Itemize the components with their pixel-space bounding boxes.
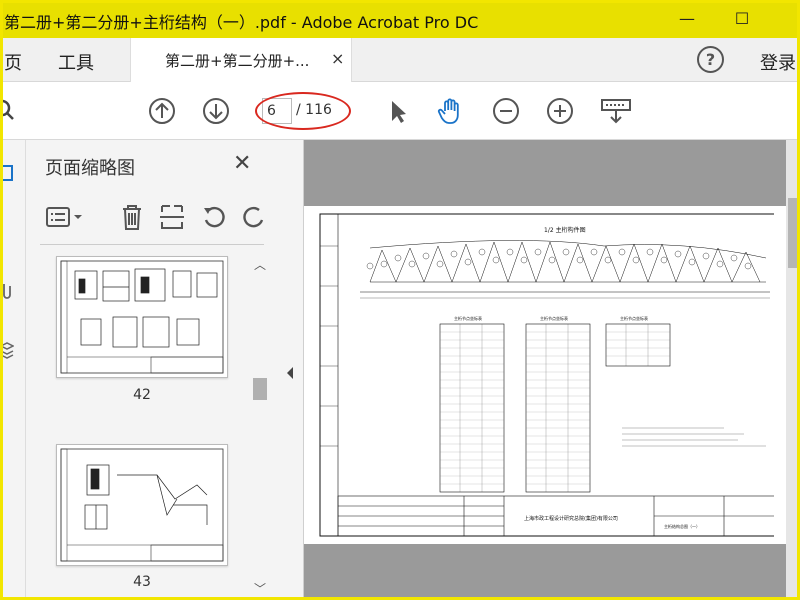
sign-in-link[interactable]: 登录: [760, 49, 796, 75]
select-cursor-icon[interactable]: [384, 97, 412, 125]
title-bar: 第二册+第二分册+主桁结构（一）.pdf - Adobe Acrobat Pro…: [0, 0, 800, 38]
document-tab-label: 第二册+第二分册+...: [165, 52, 310, 70]
drawing-title: 1/2 主桁构件图: [544, 226, 586, 234]
bookmark-icon[interactable]: [0, 164, 14, 184]
svg-text:主桁节点坐标表: 主桁节点坐标表: [454, 315, 482, 321]
table-rows: [440, 331, 670, 485]
pdf-page: 1/2 主桁构件图 主桁节点坐标表 主桁节点坐标表 主桁节点坐标表 上海市政工程…: [304, 206, 800, 544]
thumbnail-drawing: [60, 448, 224, 562]
search-icon[interactable]: [0, 96, 16, 124]
options-menu-icon[interactable]: [44, 202, 84, 232]
sheet-name: 主桁结构总图（一）: [664, 523, 700, 529]
thumbnail-label-43: 43: [133, 574, 151, 590]
navigation-strip: [0, 140, 26, 600]
panel-close-icon[interactable]: ✕: [233, 151, 251, 176]
thumbnail-page-42[interactable]: [56, 256, 228, 378]
hand-tool-icon[interactable]: [436, 97, 464, 125]
document-scroll-thumb[interactable]: [788, 198, 798, 268]
rotate-right-icon[interactable]: [240, 202, 268, 232]
layers-icon[interactable]: [0, 340, 14, 360]
engineering-drawing: 1/2 主桁构件图 主桁节点坐标表 主桁节点坐标表 主桁节点坐标表 上海市政工程…: [319, 213, 777, 537]
rotate-left-icon[interactable]: [200, 202, 228, 232]
notes: [622, 427, 766, 447]
thumbnail-label-42: 42: [133, 387, 151, 403]
keyboard-icon[interactable]: [600, 97, 632, 125]
attachment-icon[interactable]: [0, 280, 14, 300]
tools-menu[interactable]: 工具: [58, 49, 94, 75]
svg-text:主桁节点坐标表: 主桁节点坐标表: [620, 315, 648, 321]
menu-bar: 页 工具 第二册+第二分册+... × ? 登录: [0, 38, 800, 82]
panel-title: 页面缩略图: [45, 158, 135, 179]
window-title: 第二册+第二分册+主桁结构（一）.pdf - Adobe Acrobat Pro…: [4, 13, 479, 32]
document-tab[interactable]: 第二册+第二分册+... ×: [130, 38, 352, 82]
zoom-out-icon[interactable]: [492, 97, 520, 125]
prev-page-icon[interactable]: [148, 97, 176, 125]
maximize-button[interactable]: ☐: [731, 8, 753, 30]
minimize-button[interactable]: —: [676, 8, 698, 30]
scroll-thumb[interactable]: [253, 378, 267, 400]
svg-text:主桁节点坐标表: 主桁节点坐标表: [540, 315, 568, 321]
next-page-icon[interactable]: [202, 97, 230, 125]
scroll-up-icon[interactable]: ︿: [252, 256, 268, 272]
thumbnails-scrollbar[interactable]: ︿ ﹀: [252, 250, 268, 600]
coordinate-tables: 主桁节点坐标表 主桁节点坐标表 主桁节点坐标表: [439, 315, 671, 493]
help-icon[interactable]: ?: [697, 46, 724, 73]
zoom-in-icon[interactable]: [546, 97, 574, 125]
panel-splitter[interactable]: [276, 140, 304, 600]
document-scrollbar[interactable]: [786, 140, 800, 600]
document-tab-close-icon[interactable]: ×: [331, 49, 344, 68]
home-menu[interactable]: 页: [4, 49, 22, 75]
thumbnail-page-43[interactable]: [56, 444, 228, 566]
panel-divider: [40, 244, 264, 245]
thumbnail-drawing: [60, 260, 224, 374]
page-thumbnails-panel: 页面缩略图 ✕ 42 43 ︿ ﹀: [26, 140, 276, 600]
delete-page-icon[interactable]: [118, 202, 146, 232]
scroll-down-icon[interactable]: ﹀: [252, 580, 268, 596]
toolbar: 6 / 116: [0, 82, 800, 140]
company-name: 上海市政工程设计研究总院(集团)有限公司: [524, 515, 618, 522]
truss-nodes: [366, 248, 752, 270]
collapse-panel-icon[interactable]: [285, 366, 295, 380]
truss-elevation: [369, 240, 767, 283]
extract-page-icon[interactable]: [158, 202, 186, 232]
red-annotation-oval: [255, 92, 351, 130]
document-view[interactable]: 1/2 主桁构件图 主桁节点坐标表 主桁节点坐标表 主桁节点坐标表 上海市政工程…: [304, 140, 800, 600]
